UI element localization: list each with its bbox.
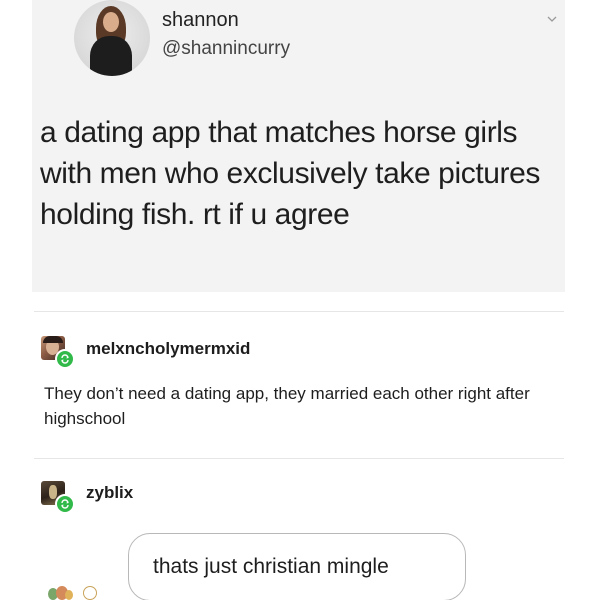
tweet-author-handle[interactable]: @shannincurry [162,38,290,60]
avatar-body [90,36,132,76]
divider [34,458,564,459]
divider [34,311,564,312]
reblog-icon [55,494,75,514]
bottom-badge-icon [83,586,97,600]
avatar-face [103,12,119,32]
chat-bubble: thats just christian mingle [128,533,466,600]
reblog-icon [55,349,75,369]
reply-text: They don’t need a dating app, they marri… [44,384,530,428]
reply-avatar-zyblix[interactable] [41,481,75,514]
chat-bubble-text: thats just christian mingle [153,555,389,578]
reply-avatar-melxncholymermxid[interactable] [41,336,75,369]
tweet-text: a dating app that matches horse girls wi… [40,116,541,231]
reply-username[interactable]: melxncholymermxid [86,339,250,359]
tweet-author-name[interactable]: shannon [162,9,239,32]
tweet-author-avatar[interactable] [74,0,150,76]
reply-username[interactable]: zyblix [86,483,133,503]
post-page: shannon @shannincurry a dating app that … [0,0,600,600]
chevron-down-icon[interactable] [547,14,557,24]
tweet-card: shannon @shannincurry a dating app that … [32,0,565,292]
bottom-avatar[interactable] [46,582,74,600]
